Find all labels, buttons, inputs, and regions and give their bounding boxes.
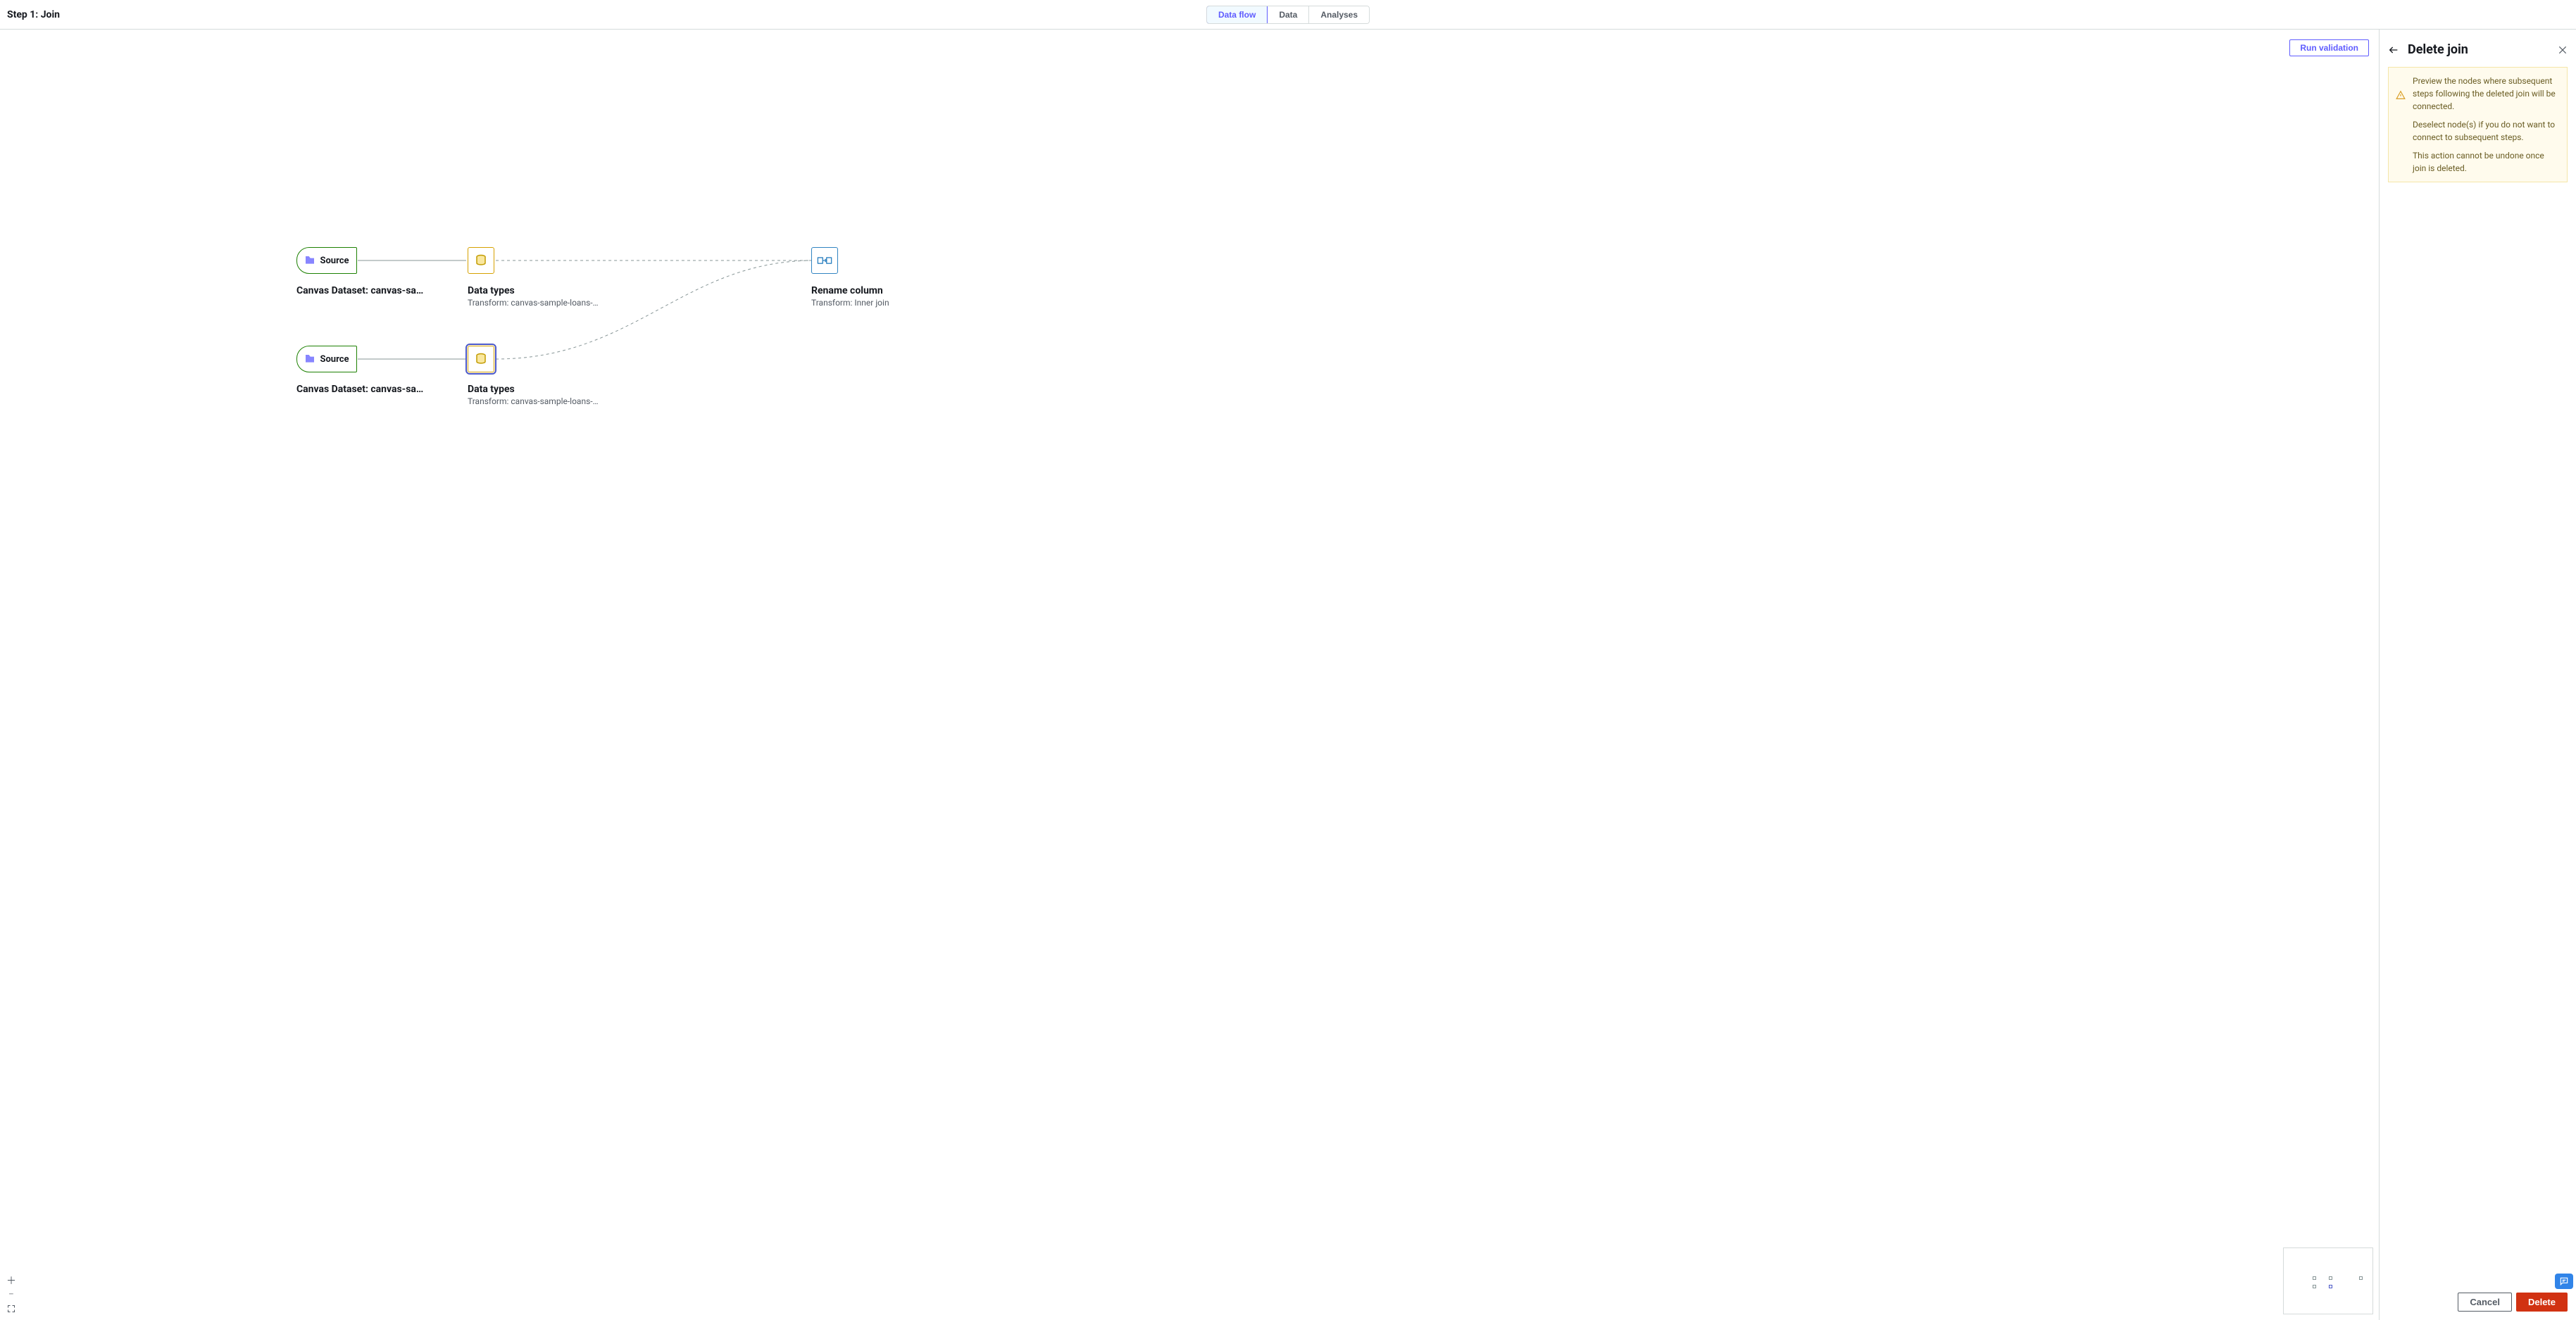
tab-data[interactable]: Data [1267, 6, 1308, 23]
chat-button[interactable] [2555, 1274, 2573, 1289]
delete-button[interactable]: Delete [2516, 1293, 2568, 1312]
node-source-1[interactable]: Source Canvas Dataset: canvas-sample-… [296, 247, 430, 296]
top-header: Step 1: Join Data flow Data Analyses [0, 0, 2576, 30]
node-rename-column[interactable]: Rename column Transform: Inner join [811, 247, 889, 308]
source2-title: Canvas Dataset: canvas-sample-… [296, 384, 430, 395]
zoom-out-button[interactable]: − [6, 1289, 17, 1300]
transform-icon [817, 254, 832, 267]
cancel-button[interactable]: Cancel [2458, 1293, 2512, 1312]
transform-node-box[interactable] [811, 247, 838, 274]
warning-line-3: This action cannot be undone once join i… [2413, 149, 2558, 175]
close-icon[interactable] [2558, 45, 2568, 55]
zoom-controls: ＋ − [6, 1275, 17, 1314]
source-node-box-2[interactable]: Source [296, 346, 357, 372]
tab-data-flow[interactable]: Data flow [1206, 6, 1268, 24]
source-label-2: Source [320, 354, 349, 365]
database-icon [475, 254, 487, 267]
minimap[interactable] [2283, 1247, 2373, 1314]
zoom-in-button[interactable]: ＋ [6, 1275, 17, 1286]
warning-message: Preview the nodes where subsequent steps… [2388, 67, 2568, 182]
node-datatypes-1[interactable]: Data types Transform: canvas-sample-loan… [468, 247, 601, 308]
datatypes-node-box-2[interactable] [468, 346, 494, 372]
tab-analyses[interactable]: Analyses [1308, 6, 1369, 23]
warning-line-2: Deselect node(s) if you do not want to c… [2413, 118, 2558, 144]
datatypes1-sub: Transform: canvas-sample-loans-part-… [468, 298, 601, 308]
source-label: Source [320, 256, 349, 266]
datatypes-node-box[interactable] [468, 247, 494, 274]
header-tabs: Data flow Data Analyses [1206, 6, 1370, 24]
source-node-box[interactable]: Source [296, 247, 357, 274]
source-icon [304, 353, 315, 365]
run-validation-button[interactable]: Run validation [2289, 39, 2369, 56]
rename-title: Rename column [811, 285, 889, 296]
datatypes2-title: Data types [468, 384, 601, 395]
node-source-2[interactable]: Source Canvas Dataset: canvas-sample-… [296, 346, 430, 395]
panel-title: Delete join [2408, 42, 2468, 57]
rename-sub: Transform: Inner join [811, 298, 889, 308]
warning-icon [2396, 90, 2406, 103]
datatypes2-sub: Transform: canvas-sample-loans-part-… [468, 396, 601, 406]
flow-canvas[interactable]: Run validation Source Canvas Dataset: ca… [0, 30, 2379, 1320]
back-arrow-icon[interactable] [2388, 44, 2399, 56]
source-icon [304, 255, 315, 266]
delete-join-panel: Delete join Preview the nodes where subs… [2379, 30, 2576, 1320]
node-datatypes-2[interactable]: Data types Transform: canvas-sample-loan… [468, 346, 601, 406]
datatypes1-title: Data types [468, 285, 601, 296]
page-title: Step 1: Join [7, 9, 60, 20]
fullscreen-button[interactable] [6, 1303, 17, 1314]
warning-line-1: Preview the nodes where subsequent steps… [2413, 75, 2558, 113]
database-icon [475, 353, 487, 365]
source1-title: Canvas Dataset: canvas-sample-… [296, 285, 430, 296]
